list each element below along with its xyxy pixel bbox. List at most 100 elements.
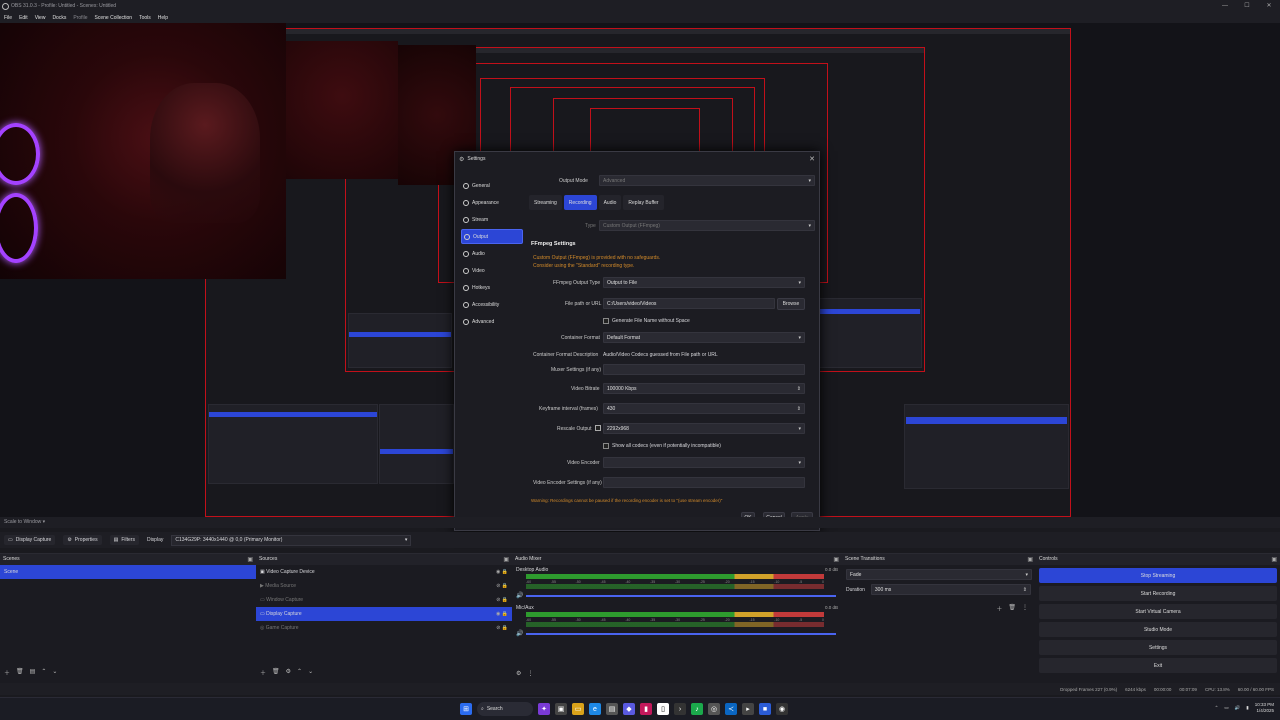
file-path-input[interactable]: C:/Users/video/Videos <box>603 298 775 309</box>
transition-select[interactable]: Fade ▾ <box>846 569 1032 580</box>
tab-recording[interactable]: Recording <box>563 195 597 210</box>
chevron-up-icon[interactable]: ⌃ <box>1215 705 1219 711</box>
gear-icon[interactable]: ⚙ <box>516 670 521 677</box>
obs-icon[interactable]: ◉ <box>776 703 788 715</box>
settings-button[interactable]: Settings <box>1039 640 1277 655</box>
nav-video[interactable]: Video <box>461 263 523 278</box>
source-item[interactable]: ▣ Video Capture Device ◉ 🔒 <box>256 565 512 579</box>
copilot-icon[interactable]: ✦ <box>538 703 550 715</box>
menu-profile[interactable]: Profile <box>73 15 87 21</box>
video-encoder-select[interactable]: ▾ <box>603 457 805 468</box>
start-recording-button[interactable]: Start Recording <box>1039 586 1277 601</box>
close-icon[interactable]: ✕ <box>1258 0 1280 12</box>
mic-icon[interactable]: 🔊 <box>516 630 523 637</box>
display-select[interactable]: C134G29P: 3440x1440 @ 0,0 (Primary Monit… <box>171 534 412 546</box>
taskbar-search[interactable]: ⌕ Search <box>477 702 533 716</box>
edge-icon[interactable]: e <box>589 703 601 715</box>
browse-button[interactable]: Browse <box>777 298 805 310</box>
steam-icon[interactable]: ◎ <box>708 703 720 715</box>
network-icon[interactable]: ▭ <box>1224 705 1228 711</box>
menu-docks[interactable]: Docks <box>52 15 66 21</box>
show-all-codecs-checkbox[interactable] <box>603 443 609 449</box>
terminal-icon[interactable]: › <box>674 703 686 715</box>
nav-stream[interactable]: Stream <box>461 212 523 227</box>
arrow-down-icon[interactable]: ⌄ <box>308 668 313 677</box>
ffmpeg-output-type-select[interactable]: Output to File ▾ <box>603 277 805 288</box>
more-icon[interactable]: ⋮ <box>1022 604 1028 613</box>
menu-scene-collection[interactable]: Scene Collection <box>95 15 133 21</box>
filters-button[interactable]: ▤ Filters <box>109 535 139 545</box>
store-icon[interactable]: ▤ <box>606 703 618 715</box>
nav-appearance[interactable]: Appearance <box>461 195 523 210</box>
more-icon[interactable]: ⋮ <box>527 670 533 677</box>
menu-view[interactable]: View <box>35 15 46 21</box>
visibility-lock-icons[interactable]: ⊘ 🔒 <box>496 597 508 603</box>
trash-icon[interactable]: 🗑 <box>272 668 280 677</box>
speaker-icon[interactable]: 🔊 <box>1235 705 1241 711</box>
add-icon[interactable]: ＋ <box>260 668 266 677</box>
source-item[interactable]: ▶ Media Source ⊘ 🔒 <box>256 579 512 593</box>
nav-accessibility[interactable]: Accessibility <box>461 297 523 312</box>
show-all-codecs-row[interactable]: Show all codecs (even if potentially inc… <box>603 443 721 449</box>
visibility-lock-icons[interactable]: ◉ 🔒 <box>496 611 508 617</box>
close-icon[interactable]: ✕ <box>809 155 815 163</box>
file-explorer-icon[interactable]: ▭ <box>572 703 584 715</box>
nav-general[interactable]: General <box>461 178 523 193</box>
volume-slider[interactable] <box>526 633 836 635</box>
tab-audio[interactable]: Audio <box>598 195 622 210</box>
trash-icon[interactable]: 🗑 <box>16 668 24 677</box>
arrow-up-icon[interactable]: ⌃ <box>297 668 302 677</box>
document-icon[interactable]: ▯ <box>657 703 669 715</box>
minimize-icon[interactable]: — <box>1214 0 1236 12</box>
visibility-lock-icons[interactable]: ⊘ 🔒 <box>496 625 508 631</box>
muxer-input[interactable] <box>603 364 805 375</box>
spin-arrows-icon[interactable]: ⇕ <box>1023 587 1027 593</box>
duration-input[interactable]: 300 ms ⇕ <box>870 584 1031 595</box>
scene-item[interactable]: Scene <box>0 565 256 579</box>
menu-edit[interactable]: Edit <box>19 15 28 21</box>
terminal-icon-2[interactable]: ▸ <box>742 703 754 715</box>
gear-icon[interactable]: ⚙ <box>286 668 291 677</box>
rescale-checkbox[interactable] <box>595 425 601 431</box>
maximize-icon[interactable]: ☐ <box>1236 0 1258 12</box>
filter-icon[interactable]: ▤ <box>30 668 36 677</box>
nav-audio[interactable]: Audio <box>461 246 523 261</box>
container-format-select[interactable]: Default Format ▾ <box>603 332 805 343</box>
task-view-icon[interactable]: ▣ <box>555 703 567 715</box>
gen-filename-checkbox[interactable] <box>603 318 609 324</box>
rescale-select[interactable]: 2292x968 ▾ <box>603 423 805 434</box>
add-icon[interactable]: ＋ <box>996 604 1002 613</box>
source-item[interactable]: ◎ Game Capture ⊘ 🔒 <box>256 621 512 635</box>
battery-icon[interactable]: ▮ <box>1246 705 1248 711</box>
start-virtual-camera-button[interactable]: Start Virtual Camera <box>1039 604 1277 619</box>
type-select[interactable]: Custom Output (FFmpeg) ▾ <box>599 220 815 231</box>
app-icon[interactable]: ◆ <box>623 703 635 715</box>
add-icon[interactable]: ＋ <box>4 668 10 677</box>
properties-button[interactable]: ⚙ Properties <box>63 535 102 545</box>
spin-arrows-icon[interactable]: ⇕ <box>797 386 801 392</box>
windows-start-icon[interactable]: ⊞ <box>460 703 472 715</box>
nav-output[interactable]: Output <box>461 229 523 244</box>
output-mode-select[interactable]: Advanced ▾ <box>599 175 815 186</box>
visibility-lock-icons[interactable]: ◉ 🔒 <box>496 569 508 575</box>
trash-icon[interactable]: 🗑 <box>1008 604 1016 613</box>
tab-streaming[interactable]: Streaming <box>529 195 562 210</box>
keyframe-input[interactable]: 430 ⇕ <box>603 403 805 414</box>
source-item[interactable]: ▭ Window Capture ⊘ 🔒 <box>256 593 512 607</box>
menu-file[interactable]: File <box>4 15 12 21</box>
speaker-icon[interactable]: 🔊 <box>516 592 523 599</box>
volume-slider[interactable] <box>526 595 836 597</box>
stop-streaming-button[interactable]: Stop Streaming <box>1039 568 1277 583</box>
video-bitrate-input[interactable]: 100000 Kbps ⇕ <box>603 383 805 394</box>
visibility-lock-icons[interactable]: ⊘ 🔒 <box>496 583 508 589</box>
menu-tools[interactable]: Tools <box>139 15 151 21</box>
source-item[interactable]: ▭ Display Capture ◉ 🔒 <box>256 607 512 621</box>
nav-advanced[interactable]: Advanced <box>461 314 523 329</box>
undock-icon[interactable]: ▣ <box>1271 555 1277 566</box>
menu-help[interactable]: Help <box>158 15 168 21</box>
arrow-up-icon[interactable]: ⌃ <box>41 668 46 677</box>
arrow-down-icon[interactable]: ⌄ <box>52 668 57 677</box>
clock[interactable]: 10:33 PM 1/4/2025 <box>1255 702 1274 714</box>
spin-arrows-icon[interactable]: ⇕ <box>797 406 801 412</box>
gen-filename-row[interactable]: Generate File Name without Space <box>603 318 690 324</box>
